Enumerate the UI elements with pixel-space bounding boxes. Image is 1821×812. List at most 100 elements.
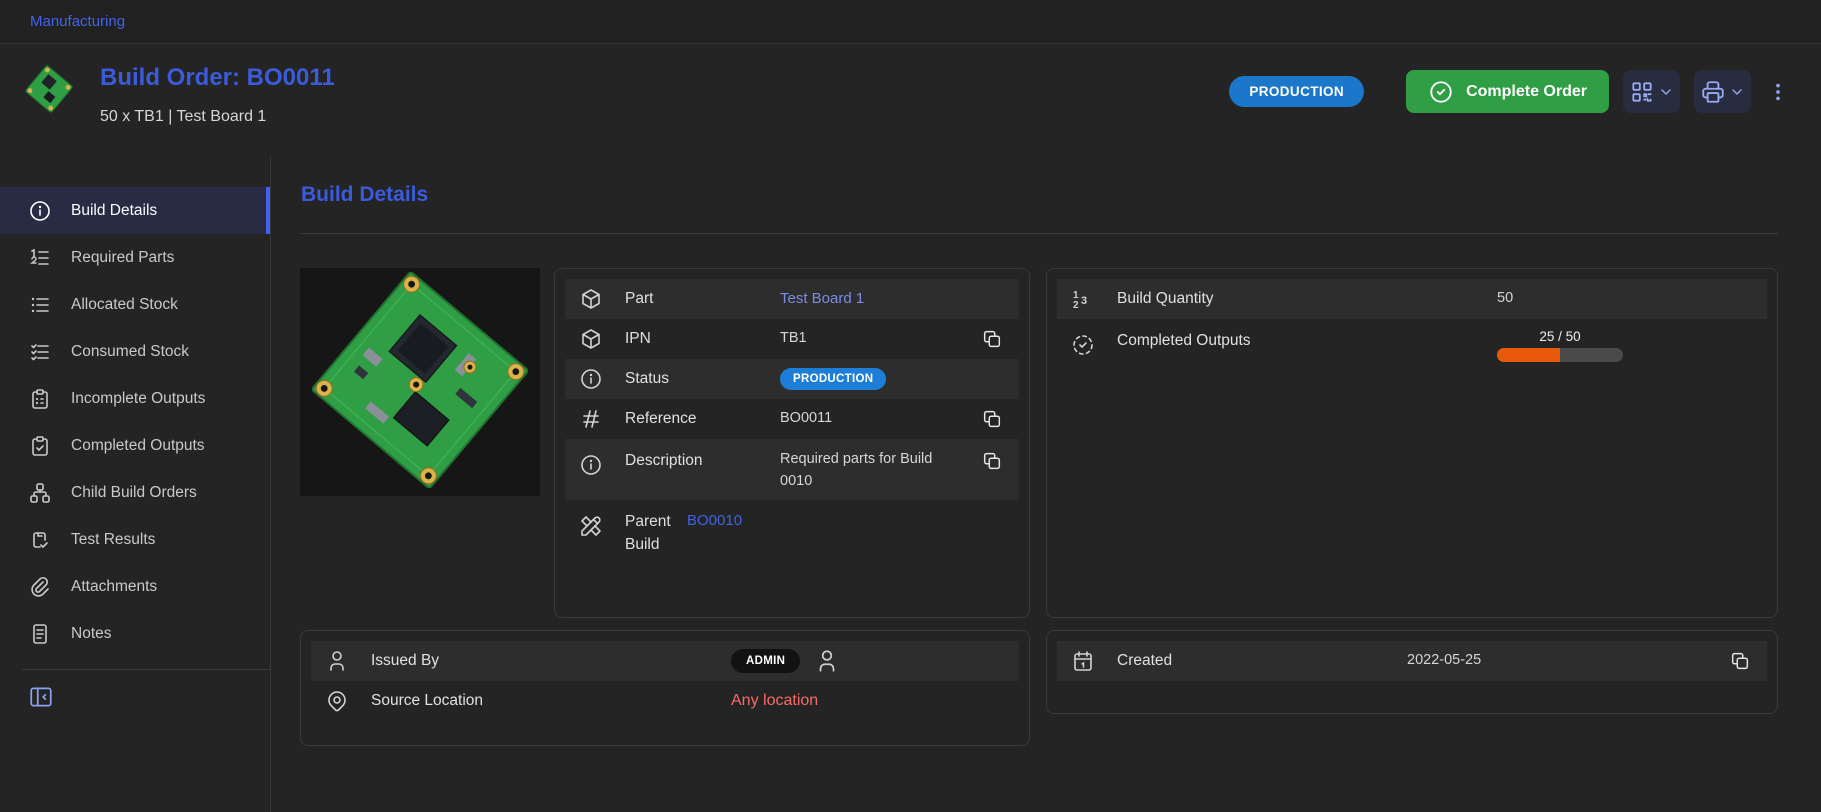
part-image[interactable]: [300, 268, 540, 618]
progress-check-icon: [1071, 333, 1095, 357]
detail-label: Status: [625, 367, 780, 390]
sidebar-divider: [22, 669, 270, 670]
source-location-link[interactable]: Any location: [731, 692, 818, 710]
sidebar-item-build-details[interactable]: Build Details: [0, 187, 270, 234]
sidebar-collapse-icon: [28, 684, 54, 710]
user-icon: [325, 649, 349, 673]
user-icon: [814, 648, 840, 674]
detail-row-source-location: Source Location Any location: [311, 681, 1019, 721]
sidebar-item-label: Consumed Stock: [71, 343, 189, 361]
sidebar-item-label: Child Build Orders: [71, 484, 197, 502]
clipboard-check-icon: [28, 434, 52, 458]
print-actions-button[interactable]: [1694, 70, 1751, 113]
copy-button[interactable]: [1729, 649, 1753, 673]
detail-label: Part: [625, 287, 780, 310]
svg-text:3: 3: [1081, 295, 1087, 307]
more-actions-button[interactable]: [1765, 70, 1791, 113]
box-icon: [579, 327, 603, 351]
completed-progress-fill: [1497, 348, 1560, 362]
sidebar-item-consumed-stock[interactable]: Consumed Stock: [0, 328, 270, 375]
sidebar-item-label: Completed Outputs: [71, 437, 205, 455]
sidebar-item-child-build-orders[interactable]: Child Build Orders: [0, 469, 270, 516]
parent-build-link[interactable]: BO0010: [687, 510, 742, 533]
info-circle-icon: [579, 367, 603, 391]
detail-label: IPN: [625, 327, 780, 350]
page-header: Build Order: BO0011 50 x TB1 | Test Boar…: [0, 44, 1821, 155]
sitemap-icon: [28, 481, 52, 505]
barcode-actions-button[interactable]: [1623, 70, 1680, 113]
detail-label: Description: [625, 449, 780, 472]
copy-icon: [1729, 650, 1751, 672]
ipn-value: TB1: [780, 328, 807, 350]
detail-row-parent-build: Parent Build BO0010: [565, 500, 1019, 564]
sidebar-item-label: Required Parts: [71, 249, 174, 267]
issued-by-badge: ADMIN: [731, 649, 800, 673]
sidebar-item-test-results[interactable]: Test Results: [0, 516, 270, 563]
copy-button[interactable]: [981, 327, 1005, 351]
copy-button[interactable]: [981, 449, 1005, 473]
detail-label: Parent Build: [625, 510, 687, 557]
sidebar-item-label: Notes: [71, 625, 112, 643]
detail-label: Issued By: [371, 649, 731, 672]
description-value: Required parts for Build 0010: [780, 449, 958, 493]
notes-icon: [28, 622, 52, 646]
issued-card: Issued By ADMIN Source: [300, 630, 1030, 746]
clipboard-list-icon: [28, 387, 52, 411]
list-numbers-icon: [28, 246, 52, 270]
created-value: 2022-05-25: [1407, 650, 1481, 672]
completed-outputs-progress: 25 / 50: [1497, 329, 1623, 362]
qr-code-icon: [1629, 79, 1655, 105]
sidebar-item-notes[interactable]: Notes: [0, 610, 270, 657]
copy-icon: [981, 328, 1003, 350]
copy-icon: [981, 408, 1003, 430]
detail-row-ipn: IPN TB1: [565, 319, 1019, 359]
sidebar-collapse-button[interactable]: [28, 684, 54, 710]
detail-label: Completed Outputs: [1117, 329, 1497, 352]
tools-icon: [579, 514, 603, 538]
panel-divider: [300, 233, 1778, 234]
sidebar-item-label: Test Results: [71, 531, 155, 549]
list-check-icon: [28, 340, 52, 364]
pcb-image: [300, 268, 540, 496]
sidebar-item-required-parts[interactable]: Required Parts: [0, 234, 270, 281]
build-order-thumbnail[interactable]: [22, 62, 76, 116]
list-icon: [28, 293, 52, 317]
copy-button[interactable]: [981, 407, 1005, 431]
breadcrumb-manufacturing-link[interactable]: Manufacturing: [30, 13, 125, 30]
created-card: Created 2022-05-25: [1046, 630, 1778, 714]
sidebar-item-attachments[interactable]: Attachments: [0, 563, 270, 610]
chevron-down-icon: [1658, 84, 1674, 100]
sidebar-item-incomplete-outputs[interactable]: Incomplete Outputs: [0, 375, 270, 422]
build-details-card: Part Test Board 1 IPN TB1: [554, 268, 1030, 618]
panel-title: Build Details: [301, 183, 1778, 207]
detail-row-status: Status PRODUCTION: [565, 359, 1019, 399]
status-badge: PRODUCTION: [780, 368, 886, 390]
status-badge: PRODUCTION: [1229, 76, 1364, 107]
page-title: Build Order: BO0011: [100, 64, 335, 92]
detail-row-completed-outputs: Completed Outputs 25 / 50: [1057, 319, 1767, 369]
progress-track: [1497, 348, 1623, 362]
sidebar-item-label: Attachments: [71, 578, 157, 596]
part-link[interactable]: Test Board 1: [780, 288, 864, 311]
page-subtitle: 50 x TB1 | Test Board 1: [100, 108, 335, 126]
hash-icon: [579, 407, 603, 431]
copy-icon: [981, 450, 1003, 472]
detail-row-build-quantity: 1 2 3 Build Quantity 50: [1057, 279, 1767, 319]
build-details-panel: Build Details: [271, 155, 1821, 812]
detail-row-created: Created 2022-05-25: [1057, 641, 1767, 681]
sidebar-item-allocated-stock[interactable]: Allocated Stock: [0, 281, 270, 328]
detail-label: Build Quantity: [1117, 287, 1497, 310]
numbers-123-icon: 1 2 3: [1071, 287, 1095, 311]
sidebar-item-label: Incomplete Outputs: [71, 390, 205, 408]
detail-row-part: Part Test Board 1: [565, 279, 1019, 319]
printer-icon: [1700, 79, 1726, 105]
header-actions: PRODUCTION Complete Order: [1229, 70, 1791, 113]
chevron-down-icon: [1729, 84, 1745, 100]
complete-order-button[interactable]: Complete Order: [1406, 70, 1609, 113]
detail-row-description: Description Required parts for Build 001…: [565, 439, 1019, 500]
quantities-card: 1 2 3 Build Quantity 50 Completed Output…: [1046, 268, 1778, 618]
reference-value: BO0011: [780, 408, 832, 430]
detail-label: Reference: [625, 407, 780, 430]
info-circle-icon: [579, 453, 603, 477]
sidebar-item-completed-outputs[interactable]: Completed Outputs: [0, 422, 270, 469]
